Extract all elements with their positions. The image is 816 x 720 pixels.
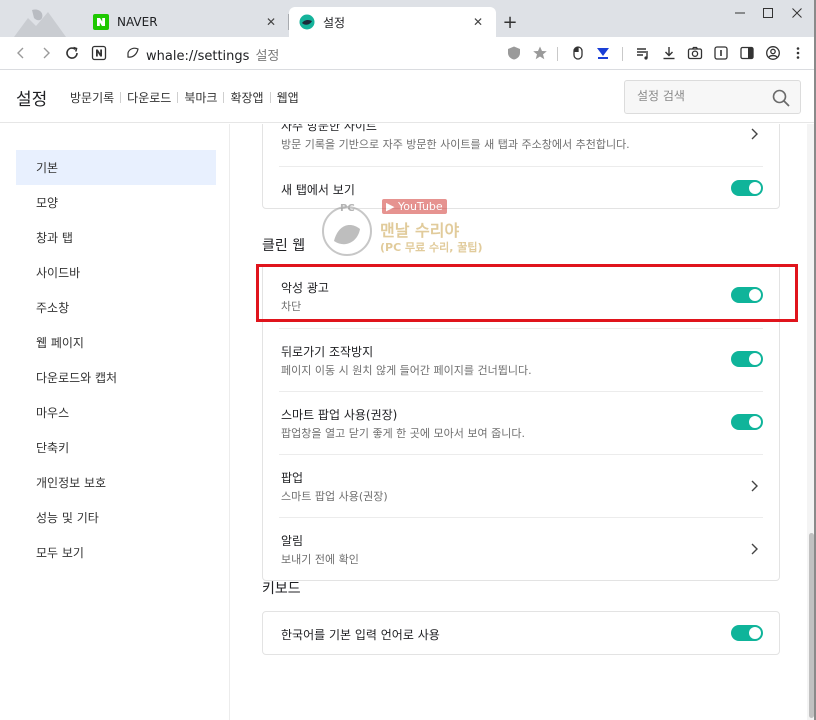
- frequent-sites-row[interactable]: 자주 방문한 사이트 방문 기록을 기반으로 자주 방문한 사이트를 새 탭과 …: [279, 124, 763, 166]
- back-icon[interactable]: [10, 42, 32, 64]
- tab-title: 설정: [323, 15, 346, 30]
- row-title: 알림: [281, 534, 304, 548]
- nav-bookmarks[interactable]: 북마크: [178, 89, 223, 106]
- row-subtitle: 차단: [281, 300, 302, 313]
- row-title: 스마트 팝업 사용(권장): [281, 408, 398, 422]
- nav-extensions[interactable]: 확장앱: [224, 89, 269, 106]
- sidebar-toggle-icon[interactable]: [736, 42, 758, 64]
- sidebar-item-basic[interactable]: 기본: [16, 150, 216, 185]
- reload-icon[interactable]: [61, 42, 83, 64]
- keyboard-card: 한국어를 기본 입력 언어로 사용: [262, 611, 780, 655]
- toolbar-separator: [622, 47, 623, 61]
- bookmark-star-icon[interactable]: [529, 42, 551, 64]
- playlist-icon[interactable]: [632, 42, 654, 64]
- chevron-right-icon: [751, 480, 758, 492]
- row-title: 팝업: [281, 471, 304, 485]
- header-nav: 방문기록 다운로드 북마크 확장앱 웹앱: [70, 89, 305, 106]
- menu-more-icon[interactable]: [787, 42, 809, 64]
- chevron-right-icon: [751, 543, 758, 555]
- address-bar[interactable]: whale://settings 설정: [146, 45, 279, 64]
- settings-search-input[interactable]: [637, 89, 767, 103]
- camera-icon[interactable]: [684, 42, 706, 64]
- row-title: 뒤로가기 조작방지: [281, 345, 374, 359]
- nav-history[interactable]: 방문기록: [70, 89, 120, 106]
- nav-downloads[interactable]: 다운로드: [121, 89, 177, 106]
- window-close-icon[interactable]: [782, 0, 812, 26]
- sidebar-item-performance[interactable]: 성능 및 기타: [16, 500, 216, 535]
- profile-icon[interactable]: [762, 42, 784, 64]
- row-title: 자주 방문한 사이트: [281, 124, 377, 133]
- reader-mode-icon[interactable]: [710, 42, 732, 64]
- show-in-new-tab-row: 새 탭에서 보기: [279, 166, 763, 208]
- sidebar-item-windows-tabs[interactable]: 창과 탭: [16, 220, 216, 255]
- row-subtitle: 스마트 팝업 사용(권장): [281, 490, 388, 503]
- smart-popup-toggle[interactable]: [731, 414, 763, 430]
- row-subtitle: 페이지 이동 시 원치 않게 들어간 페이지를 건너뜁니다.: [281, 364, 532, 377]
- naver-favicon-icon: [93, 14, 109, 30]
- row-title: 악성 광고: [281, 281, 329, 295]
- chevron-right-icon: [751, 128, 758, 140]
- settings-content: 자주 방문한 사이트 방문 기록을 기반으로 자주 방문한 사이트를 새 탭과 …: [231, 124, 807, 720]
- search-icon[interactable]: [771, 88, 791, 108]
- site-info-icon[interactable]: [122, 42, 144, 64]
- smart-popup-row: 스마트 팝업 사용(권장) 팝업창을 열고 닫기 좋게 한 곳에 모아서 보여 …: [279, 391, 763, 454]
- row-subtitle: 보내기 전에 확인: [281, 553, 359, 566]
- korean-default-input-toggle[interactable]: [731, 625, 763, 641]
- sidebar-item-privacy[interactable]: 개인정보 보호: [16, 465, 216, 500]
- new-tab-settings-card: 자주 방문한 사이트 방문 기록을 기반으로 자주 방문한 사이트를 새 탭과 …: [262, 124, 780, 209]
- row-subtitle: 팝업창을 열고 닫기 좋게 한 곳에 모아서 보여 줍니다.: [281, 427, 525, 440]
- toolbar-separator: [557, 47, 558, 61]
- settings-favicon-icon: [299, 14, 315, 30]
- tab-settings[interactable]: 설정 ✕: [289, 7, 496, 37]
- download-extension-icon[interactable]: [592, 42, 614, 64]
- url-suffix: 설정: [255, 49, 280, 64]
- shield-icon[interactable]: [503, 42, 525, 64]
- clean-web-section-title: 클린 웹: [262, 238, 306, 254]
- sidebar-item-all[interactable]: 모두 보기: [16, 535, 216, 570]
- popup-row[interactable]: 팝업 스마트 팝업 사용(권장): [279, 454, 763, 517]
- whale-logo-icon: [14, 9, 66, 37]
- url-text: whale://settings: [146, 49, 250, 64]
- browser-toolbar: whale://settings 설정: [0, 37, 816, 70]
- settings-header: 설정 방문기록 다운로드 북마크 확장앱 웹앱: [0, 71, 816, 123]
- settings-search-box: [624, 80, 801, 114]
- korean-default-input-row: 한국어를 기본 입력 언어로 사용: [279, 612, 763, 654]
- row-title: 한국어를 기본 입력 언어로 사용: [281, 628, 440, 642]
- notification-row[interactable]: 알림 보내기 전에 확인: [279, 517, 763, 580]
- malicious-ads-row: 악성 광고 차단: [279, 265, 763, 328]
- naver-home-icon[interactable]: [88, 42, 110, 64]
- sidebar-item-shortcuts[interactable]: 단축키: [16, 430, 216, 465]
- close-icon[interactable]: ✕: [470, 14, 486, 30]
- row-subtitle: 방문 기록을 기반으로 자주 방문한 사이트를 새 탭과 주소창에서 추천합니다…: [281, 138, 630, 151]
- tab-naver[interactable]: NAVER ✕: [83, 7, 289, 37]
- nav-webapps[interactable]: 웹앱: [271, 89, 305, 106]
- sidebar-item-web-page[interactable]: 웹 페이지: [16, 325, 216, 360]
- show-in-new-tab-toggle[interactable]: [731, 180, 763, 196]
- sidebar-item-address-bar[interactable]: 주소창: [16, 290, 216, 325]
- download-icon[interactable]: [658, 42, 680, 64]
- sidebar-item-mouse[interactable]: 마우스: [16, 395, 216, 430]
- sidebar-item-sidebar[interactable]: 사이드바: [16, 255, 216, 290]
- row-title: 새 탭에서 보기: [281, 183, 355, 197]
- close-icon[interactable]: ✕: [263, 14, 279, 30]
- keyboard-section-title: 키보드: [262, 581, 301, 597]
- mouse-gesture-icon[interactable]: [567, 42, 589, 64]
- clean-web-card: 악성 광고 차단 뒤로가기 조작방지 페이지 이동 시 원치 않게 들어간 페이…: [262, 264, 780, 581]
- forward-icon[interactable]: [35, 42, 57, 64]
- tab-title: NAVER: [117, 15, 158, 29]
- settings-sidebar: 기본 모양 창과 탭 사이드바 주소창 웹 페이지 다운로드와 캡처 마우스 단…: [0, 124, 230, 720]
- back-prevention-row: 뒤로가기 조작방지 페이지 이동 시 원치 않게 들어간 페이지를 건너뜁니다.: [279, 328, 763, 391]
- sidebar-item-appearance[interactable]: 모양: [16, 185, 216, 220]
- minimize-icon[interactable]: [725, 0, 755, 26]
- page-title: 설정: [16, 90, 48, 110]
- back-prevention-toggle[interactable]: [731, 351, 763, 367]
- new-tab-button[interactable]: +: [500, 12, 520, 33]
- tab-strip: NAVER ✕ 설정 ✕ +: [0, 0, 816, 37]
- maximize-icon[interactable]: [753, 0, 783, 26]
- malicious-ads-toggle[interactable]: [731, 287, 763, 303]
- sidebar-item-download-capture[interactable]: 다운로드와 캡처: [16, 360, 216, 395]
